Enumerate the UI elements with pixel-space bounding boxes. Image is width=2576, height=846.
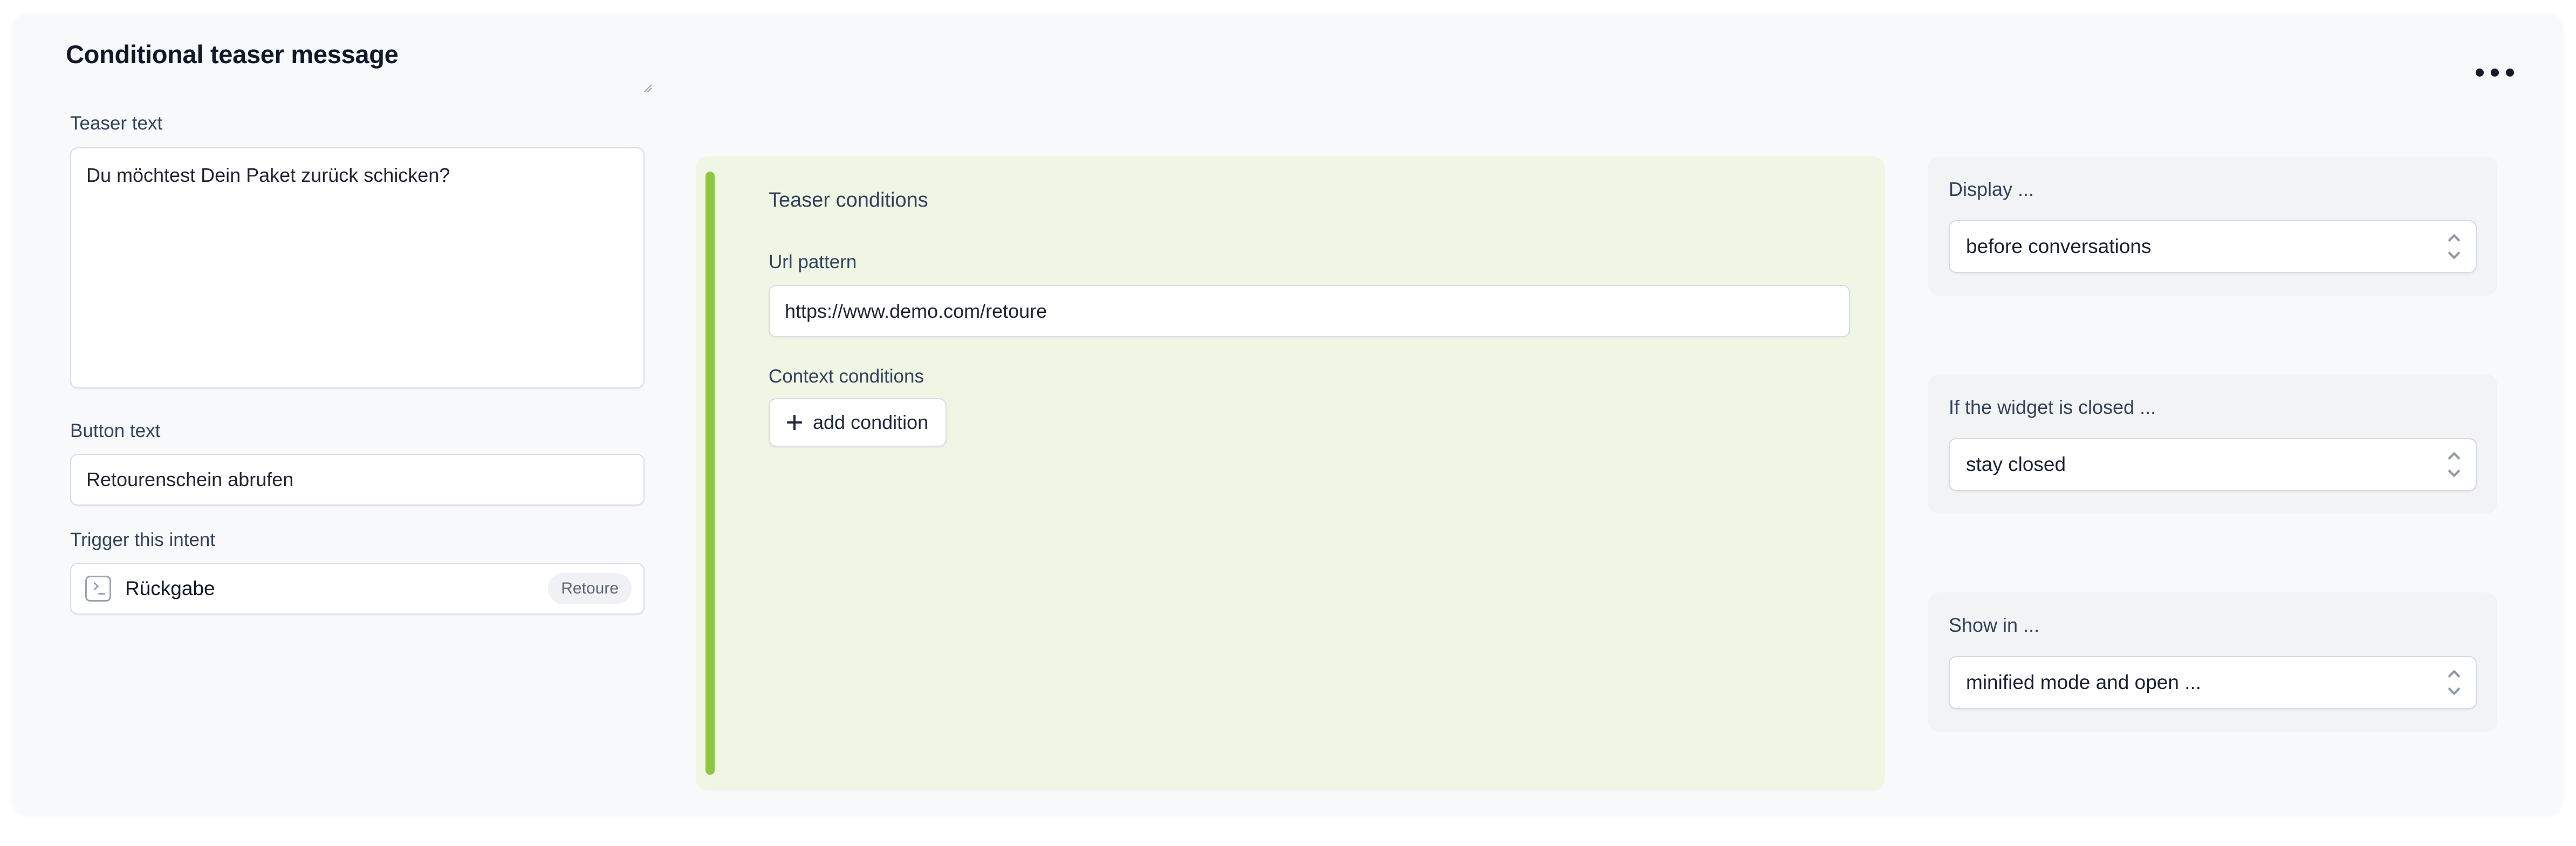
widget-closed-option-value: stay closed <box>1966 453 2066 475</box>
widget-closed-option-label: If the widget is closed ... <box>1949 396 2156 418</box>
chevron-up-down-icon <box>2448 452 2462 477</box>
terminal-icon <box>85 576 111 602</box>
show-in-option-label: Show in ... <box>1949 614 2040 636</box>
intent-name: Rückgabe <box>125 577 215 599</box>
add-condition-button[interactable]: add condition <box>769 398 947 447</box>
option-group-widget-closed: If the widget is closed ... stay closed <box>1928 374 2497 514</box>
add-condition-label: add condition <box>813 411 929 433</box>
widget-closed-option-select[interactable]: stay closed <box>1949 438 2477 491</box>
trigger-intent-label: Trigger this intent <box>70 529 216 550</box>
option-group-show-in: Show in ... minified mode and open ... <box>1928 592 2497 732</box>
kebab-dot <box>2475 68 2484 77</box>
page-title: Conditional teaser message <box>66 40 399 69</box>
option-group-display: Display ... before conversations <box>1928 156 2497 296</box>
intent-badge: Retoure <box>548 573 632 604</box>
display-option-select[interactable]: before conversations <box>1949 220 2477 273</box>
panel-accent-bar <box>705 172 715 775</box>
card-header: Conditional teaser message <box>13 13 2562 94</box>
chevron-up-down-icon <box>2448 670 2462 695</box>
kebab-dot <box>2490 68 2499 77</box>
teaser-conditions-heading: Teaser conditions <box>769 189 928 212</box>
chevron-up-down-icon <box>2448 234 2462 260</box>
url-pattern-input[interactable]: https://www.demo.com/retoure <box>769 285 1850 337</box>
display-option-label: Display ... <box>1949 178 2034 200</box>
plus-icon <box>787 415 802 430</box>
kebab-horizontal-icon[interactable] <box>2465 59 2524 86</box>
show-in-option-value: minified mode and open ... <box>1966 671 2202 693</box>
kebab-dot <box>2505 68 2514 77</box>
show-in-option-select[interactable]: minified mode and open ... <box>1949 656 2477 709</box>
display-option-value: before conversations <box>1966 235 2152 257</box>
teaser-text-input[interactable]: Du möchtest Dein Paket zurück schicken? <box>70 147 645 388</box>
context-conditions-label: Context conditions <box>769 366 924 387</box>
teaser-text-label: Teaser text <box>70 113 163 134</box>
url-pattern-label: Url pattern <box>769 251 857 272</box>
teaser-conditions-panel: Teaser conditions Url pattern https://ww… <box>696 156 1885 790</box>
conditional-teaser-card: Conditional teaser message Teaser text D… <box>13 13 2562 814</box>
button-text-input[interactable]: Retourenschein abrufen <box>70 454 645 506</box>
trigger-intent-selector[interactable]: Rückgabe Retoure <box>70 563 645 615</box>
button-text-label: Button text <box>70 420 161 441</box>
